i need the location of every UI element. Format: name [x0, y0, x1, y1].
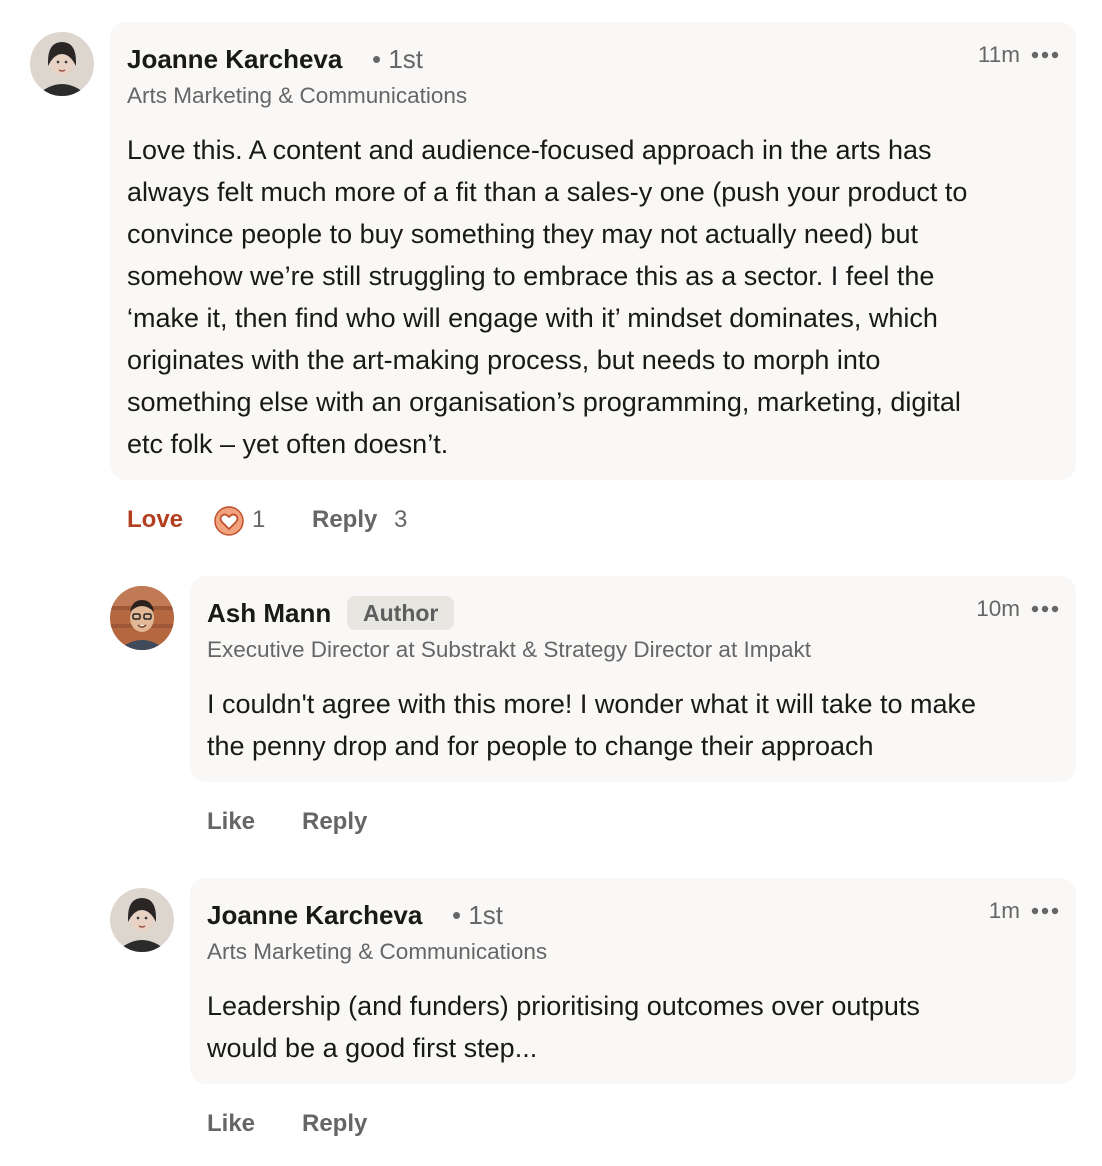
reply-button[interactable]: Reply — [302, 1110, 367, 1138]
comment-timestamp: 1m — [988, 898, 1020, 923]
avatar-joanne[interactable] — [110, 888, 174, 952]
comment-text-line: would be a good first step... — [207, 1033, 538, 1063]
comment-text: Leadership (and funders) prioritising ou… — [207, 985, 920, 1069]
like-button[interactable]: Like — [207, 1110, 255, 1138]
comment-text-line: Leadership (and funders) prioritising ou… — [207, 991, 920, 1021]
connection-degree: • 1st — [452, 900, 504, 930]
reply-joanne: Joanne Karcheva • 1st Arts Marketing & C… — [0, 0, 1102, 1166]
more-options-icon[interactable] — [1030, 906, 1060, 916]
comment-author-name[interactable]: Joanne Karcheva — [207, 900, 422, 931]
author-headline: Arts Marketing & Communications — [207, 939, 548, 964]
